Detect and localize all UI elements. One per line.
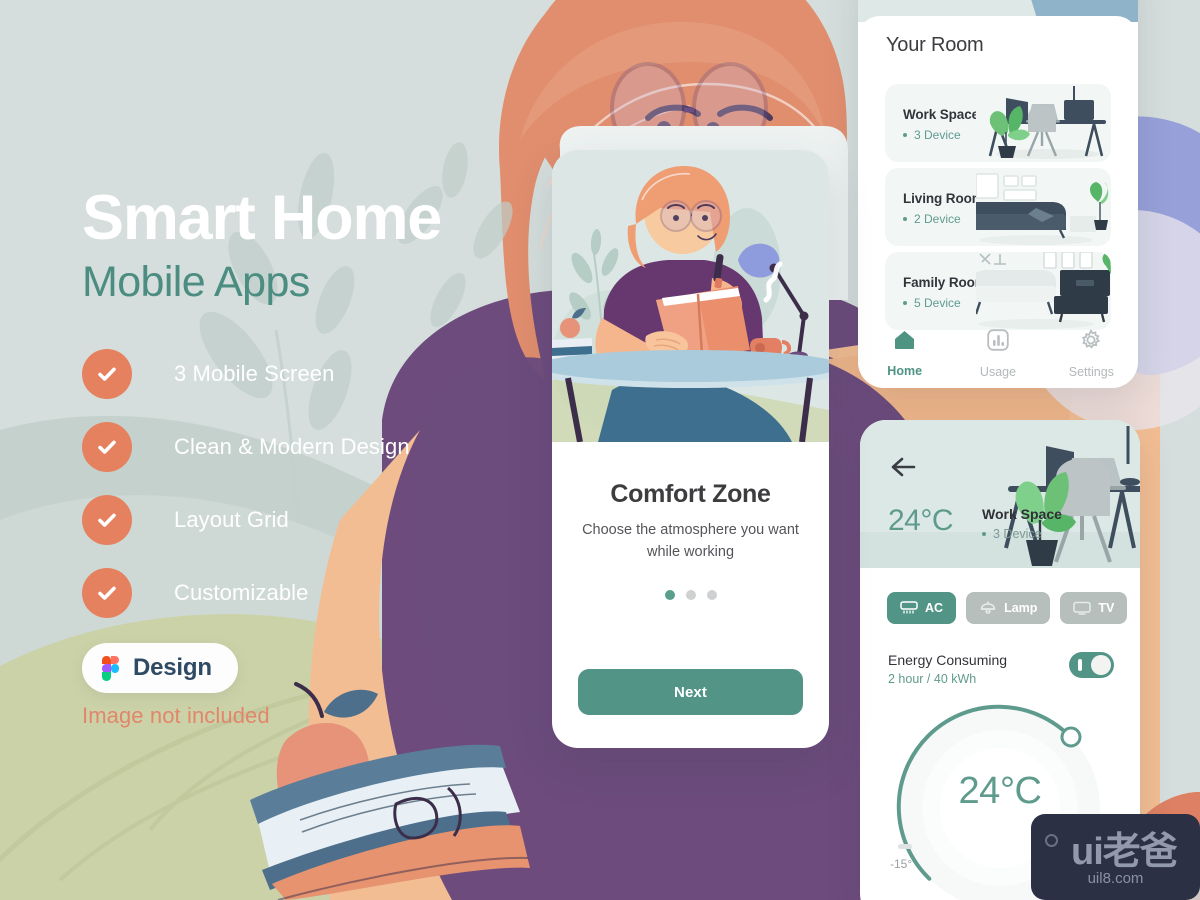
tab-usage[interactable]: Usage (951, 323, 1044, 388)
design-button-label: Design (133, 654, 212, 682)
room-name: Work Space (903, 107, 980, 122)
check-icon (82, 421, 132, 472)
room-card-work-space[interactable]: Work Space 3 Device (885, 84, 1111, 162)
tab-settings[interactable]: Settings (1045, 323, 1138, 388)
feature-item: Layout Grid (82, 483, 542, 556)
camera-dot-icon (1045, 834, 1058, 847)
tab-home[interactable]: Home (858, 323, 951, 388)
watermark-badge: ui老爸 uil8.com (1031, 814, 1200, 900)
device-chip-row: AC Lamp TV (887, 592, 1128, 624)
detail-hero-illustration (860, 420, 1140, 568)
page-dot-1[interactable] (664, 589, 675, 600)
page-indicator-dots (552, 589, 829, 600)
room-device-count: 5 Device (903, 296, 961, 310)
family-room-art (976, 252, 1111, 330)
room-name: Family Room (903, 275, 987, 290)
room-card-living-room[interactable]: Living Room 2 Device (885, 168, 1111, 246)
back-button[interactable] (890, 456, 918, 478)
device-chip-tv-label: TV (1098, 601, 1115, 615)
room-device-label: 2 Device (914, 212, 961, 226)
home-icon (893, 329, 916, 355)
page-title: Smart Home (82, 183, 442, 253)
bullet-icon (903, 301, 907, 305)
page-dot-2[interactable] (685, 589, 696, 600)
tv-icon (1073, 601, 1092, 615)
lamp-icon (979, 600, 997, 616)
bullet-icon (903, 217, 907, 221)
energy-toggle[interactable] (1069, 652, 1114, 678)
feature-label: Layout Grid (174, 506, 289, 532)
check-icon (82, 567, 132, 618)
gear-icon (1080, 328, 1102, 356)
onboarding-text-block: Comfort Zone Choose the atmosphere you w… (552, 442, 829, 600)
rooms-title: Your Room (886, 34, 984, 56)
screenshot-canvas: Smart Home Mobile Apps 3 Mobile Screen C… (0, 0, 1200, 900)
bottom-tab-bar: Home Usage Settings (858, 323, 1138, 388)
watermark-url: uil8.com (1087, 870, 1144, 887)
onboarding-illustration (552, 150, 829, 442)
design-button[interactable]: Design (82, 643, 238, 694)
feature-label: 3 Mobile Screen (174, 360, 335, 386)
onboarding-phone-screen: Comfort Zone Choose the atmosphere you w… (552, 150, 829, 748)
feature-item: Customizable (82, 556, 542, 629)
feature-item: Clean & Modern Design (82, 410, 542, 483)
room-card-family-room[interactable]: Family Room 5 Device (885, 252, 1111, 330)
device-chip-lamp-label: Lamp (1004, 601, 1038, 615)
image-not-included-note: Image not included (82, 703, 270, 728)
page-subtitle: Mobile Apps (82, 258, 310, 307)
onboarding-description: Choose the atmosphere you want while wor… (582, 522, 799, 560)
energy-title: Energy Consuming (888, 652, 1008, 668)
toggle-bar-icon (1078, 659, 1082, 671)
header-temperature: 24°C (888, 504, 954, 537)
feature-item: 3 Mobile Screen (82, 337, 542, 410)
arrow-left-icon (891, 457, 916, 477)
device-chip-tv[interactable]: TV (1060, 592, 1128, 624)
device-chip-ac-label: AC (925, 601, 944, 615)
room-device-label: 3 Device (914, 128, 961, 142)
room-device-count: 2 Device (903, 212, 961, 226)
living-room-art (976, 168, 1111, 246)
air-conditioner-icon (900, 601, 918, 615)
rooms-phone-screen: Your Room Work Space 3 Device Living Roo… (858, 0, 1138, 388)
bullet-icon (903, 133, 907, 137)
device-chip-ac[interactable]: AC (887, 592, 957, 624)
rooms-sheet: Your Room Work Space 3 Device Living Roo… (858, 16, 1138, 388)
dial-min-label: -15° (890, 857, 913, 871)
feature-label: Clean & Modern Design (174, 433, 410, 459)
tab-settings-label: Settings (1068, 365, 1114, 379)
tab-home-label: Home (887, 364, 923, 378)
feature-label: Customizable (174, 579, 309, 605)
feature-list: 3 Mobile Screen Clean & Modern Design La… (82, 337, 542, 629)
detail-room-devices: 3 Device (982, 527, 1042, 541)
toggle-knob (1091, 655, 1111, 675)
check-icon (82, 494, 132, 545)
bullet-icon (982, 532, 986, 536)
onboarding-title: Comfort Zone (610, 480, 771, 508)
detail-room-name: Work Space (982, 506, 1062, 522)
tab-usage-label: Usage (979, 365, 1017, 379)
device-chip-lamp[interactable]: Lamp (966, 592, 1051, 624)
room-device-count: 3 Device (903, 128, 961, 142)
check-icon (82, 348, 132, 399)
energy-value: 2 hour / 40 kWh (888, 672, 977, 686)
room-device-label: 5 Device (914, 296, 961, 310)
watermark-title: ui老爸 (1071, 831, 1178, 873)
figma-icon (102, 655, 119, 681)
page-dot-3[interactable] (706, 589, 717, 600)
detail-room-devices-label: 3 Device (993, 527, 1042, 541)
next-button[interactable]: Next (578, 669, 803, 715)
bar-chart-icon (987, 329, 1009, 356)
hero-block: Smart Home Mobile Apps 3 Mobile Screen C… (82, 183, 542, 694)
dial-temperature-value: 24°C (958, 770, 1042, 812)
work-space-art (976, 84, 1111, 162)
room-name: Living Room (903, 191, 984, 206)
